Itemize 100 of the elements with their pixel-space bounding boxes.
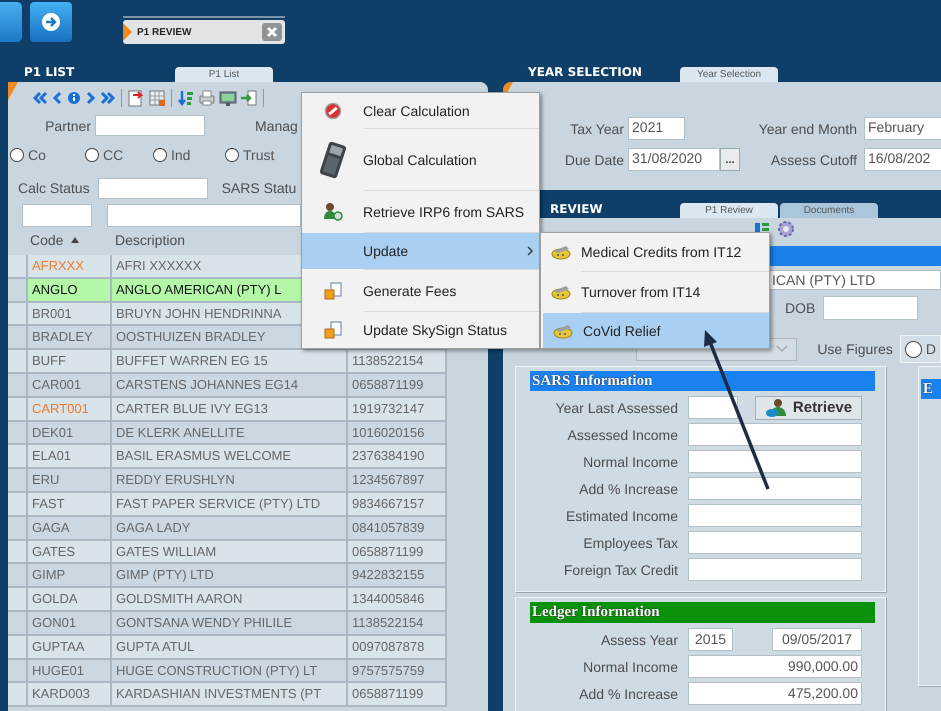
close-button[interactable] — [262, 23, 282, 41]
input-field[interactable] — [688, 396, 738, 419]
table-cell[interactable]: 1344005846 — [348, 588, 447, 612]
table-cell[interactable]: 1138522154 — [348, 350, 447, 374]
printer-icon[interactable] — [198, 89, 216, 107]
forward-button[interactable] — [30, 2, 72, 42]
date-picker-button[interactable]: ... — [720, 148, 740, 171]
table-cell[interactable]: GIMP (PTY) LTD — [112, 564, 348, 588]
import-icon[interactable] — [240, 89, 258, 107]
input-field[interactable] — [688, 531, 862, 554]
table-cell[interactable]: CAR001 — [28, 374, 112, 398]
table-cell[interactable]: ERU — [28, 469, 112, 493]
radio-button[interactable]: Co — [10, 145, 46, 165]
tab[interactable]: P1 Review — [680, 203, 778, 218]
next-icon[interactable] — [85, 90, 97, 106]
table-cell[interactable]: 1016020156 — [348, 422, 447, 446]
tab[interactable]: Year Selection — [680, 67, 778, 82]
input-field[interactable]: 2015 — [688, 628, 733, 651]
radio-button[interactable]: CC — [85, 145, 124, 165]
input-field[interactable] — [95, 115, 205, 136]
table-cell[interactable]: GATES — [28, 540, 112, 564]
table-cell[interactable]: GUPTA ATUL — [112, 636, 348, 660]
name-field[interactable]: ICAN (PTY) LTD — [768, 270, 941, 290]
input-field[interactable]: 475,200.00 — [688, 682, 862, 705]
input-field[interactable] — [98, 178, 208, 198]
table-cell[interactable]: GON01 — [28, 612, 112, 636]
monitor-icon[interactable] — [219, 89, 237, 107]
sort-icon[interactable] — [177, 89, 195, 107]
settings-icon[interactable] — [777, 220, 795, 238]
table-cell[interactable]: KARD003 — [28, 683, 112, 708]
table-cell[interactable]: DEK01 — [28, 422, 112, 446]
last-icon[interactable] — [100, 90, 116, 106]
table-cell[interactable]: FAST — [28, 492, 112, 517]
table-cell[interactable]: GONTSANA WENDY PHILILE — [112, 612, 348, 636]
filter-field[interactable] — [107, 204, 301, 227]
table-cell[interactable]: 0658871199 — [348, 683, 447, 708]
table-cell[interactable]: GAGA LADY — [112, 516, 348, 541]
previous-icon[interactable] — [51, 90, 63, 106]
table-cell[interactable]: BUFF — [28, 350, 112, 374]
input-field[interactable] — [688, 504, 862, 527]
table-cell[interactable]: GOLDSMITH AARON — [112, 588, 348, 612]
table-cell[interactable]: GOLDA — [28, 588, 112, 612]
input-field[interactable] — [688, 450, 862, 473]
date-field[interactable] — [823, 296, 918, 320]
table-cell[interactable]: 1234567897 — [348, 469, 447, 493]
input-field[interactable]: February — [864, 117, 941, 140]
date-field[interactable]: 31/08/2020 — [628, 148, 720, 171]
tab[interactable]: P1 List — [175, 67, 273, 82]
date-field[interactable]: 09/05/2017 — [772, 628, 862, 651]
table-cell[interactable]: CARSTENS JOHANNES EG14 — [112, 374, 348, 398]
column-header[interactable]: Description — [115, 232, 186, 248]
input-field[interactable] — [688, 423, 862, 446]
table-cell[interactable]: BRADLEY — [28, 326, 112, 350]
input-field[interactable]: 2021 — [628, 117, 685, 140]
table-cell[interactable]: 2376384190 — [348, 445, 447, 470]
table-cell[interactable]: 1138522154 — [348, 612, 447, 636]
table-cell[interactable]: HUGE CONSTRUCTION (PTY) LT — [112, 660, 348, 684]
table-cell[interactable]: GIMP — [28, 564, 112, 588]
table-cell[interactable]: GUPTAA — [28, 636, 112, 660]
table-cell[interactable]: 9834667157 — [348, 492, 447, 517]
filter-field[interactable] — [22, 204, 92, 227]
table-cell[interactable]: GAGA — [28, 516, 112, 541]
table-cell[interactable]: HUGE01 — [28, 660, 112, 684]
app-button[interactable] — [0, 2, 22, 42]
table-cell[interactable]: ELA01 — [28, 445, 112, 470]
table-cell[interactable]: 9422832155 — [348, 564, 447, 588]
input-field[interactable] — [688, 477, 862, 500]
table-cell[interactable]: 1919732147 — [348, 398, 447, 422]
menu-item[interactable]: Clear Calculation — [302, 93, 539, 128]
first-icon[interactable] — [32, 90, 48, 106]
export-icon[interactable] — [127, 89, 145, 107]
document-tab[interactable]: P1 REVIEW — [123, 20, 285, 44]
table-cell[interactable]: 9757575759 — [348, 660, 447, 684]
table-cell[interactable]: DE KLERK ANELLITE — [112, 422, 348, 446]
table-cell[interactable]: 0097087878 — [348, 636, 447, 660]
table-cell[interactable]: BUFFET WARREN EG 15 — [112, 350, 348, 374]
menu-item[interactable]: Update — [302, 233, 539, 269]
menu-item[interactable]: CoVid Relief — [543, 313, 769, 348]
column-header[interactable]: Code — [30, 232, 115, 248]
menu-item[interactable]: Medical Credits from IT12 — [541, 233, 769, 271]
menu-item[interactable]: Global Calculation — [302, 129, 539, 190]
radio-button[interactable]: Trust — [225, 145, 274, 165]
table-cell[interactable]: BASIL ERASMUS WELCOME — [112, 445, 348, 470]
table-cell[interactable]: CARTER BLUE IVY EG13 — [112, 398, 348, 422]
table-cell[interactable]: 0658871199 — [348, 540, 447, 564]
table-cell[interactable]: FAST PAPER SERVICE (PTY) LTD — [112, 492, 348, 517]
retrieve-button[interactable]: Retrieve — [755, 396, 862, 420]
menu-item[interactable]: Retrieve IRP6 from SARS — [302, 191, 539, 232]
table-cell[interactable]: ANGLO — [28, 278, 112, 303]
table-cell[interactable]: KARDASHIAN INVESTMENTS (PT — [112, 683, 348, 708]
table-cell[interactable]: BR001 — [28, 302, 112, 326]
table-cell[interactable]: 0658871199 — [348, 374, 447, 398]
radio-button[interactable]: Ind — [153, 145, 190, 165]
input-field[interactable]: 990,000.00 — [688, 655, 862, 678]
table-cell[interactable]: REDDY ERUSHLYN — [112, 469, 348, 493]
info-icon[interactable] — [66, 90, 82, 106]
table-cell[interactable]: GATES WILLIAM — [112, 540, 348, 564]
grid-icon[interactable] — [148, 89, 166, 107]
input-field[interactable]: 16/08/202 — [864, 148, 941, 171]
tab[interactable]: Documents — [780, 203, 878, 218]
